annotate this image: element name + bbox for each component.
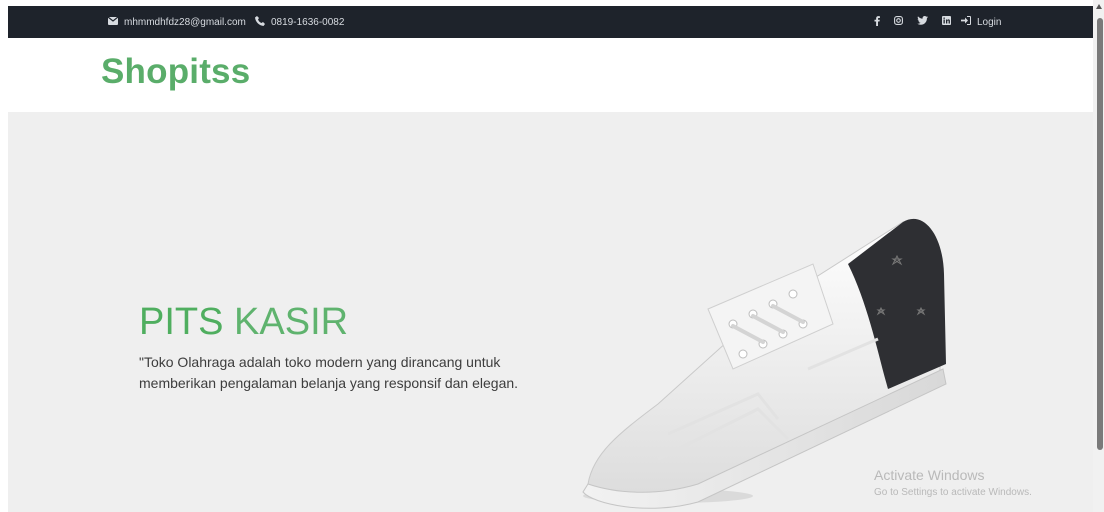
linkedin-icon[interactable] [942,16,951,28]
login-link[interactable]: Login [961,6,1001,38]
top-contact-bar: mhmmdhfdz28@gmail.com 0819-1636-0082 Log… [8,6,1093,38]
activate-windows-watermark: Activate Windows Go to Settings to activ… [874,467,1032,498]
hero-title-strong: PITS [139,301,224,343]
browser-viewport: mhmmdhfdz28@gmail.com 0819-1636-0082 Log… [0,0,1104,512]
hero-banner: PITS KASIR "Toko Olahraga adalah toko mo… [8,112,1093,512]
phone-link[interactable]: 0819-1636-0082 [255,6,344,38]
left-edge [0,0,8,512]
email-text: mhmmdhfdz28@gmail.com [124,16,246,28]
email-link[interactable]: mhmmdhfdz28@gmail.com [107,6,246,38]
watermark-title: Activate Windows [874,467,985,483]
scroll-up-arrow-icon[interactable] [1096,4,1102,9]
sneaker-image [582,218,947,509]
phone-icon [255,15,265,29]
facebook-icon[interactable] [874,15,880,29]
scrollbar-thumb[interactable] [1097,18,1103,450]
login-label: Login [977,16,1002,28]
envelope-icon [107,16,119,28]
social-links [874,6,951,38]
phone-text: 0819-1636-0082 [271,16,345,28]
watermark-subtitle: Go to Settings to activate Windows. [874,487,1032,498]
hero-title-light: KASIR [223,301,349,343]
brand-logo[interactable]: Shopitss [101,52,250,92]
twitter-icon[interactable] [917,16,928,28]
hero-description: "Toko Olahraga adalah toko modern yang d… [139,354,519,391]
site-header: Shopitss [8,38,1093,112]
instagram-icon[interactable] [894,16,903,28]
hero-title: PITS KASIR [139,302,348,342]
sign-in-icon [961,16,971,28]
